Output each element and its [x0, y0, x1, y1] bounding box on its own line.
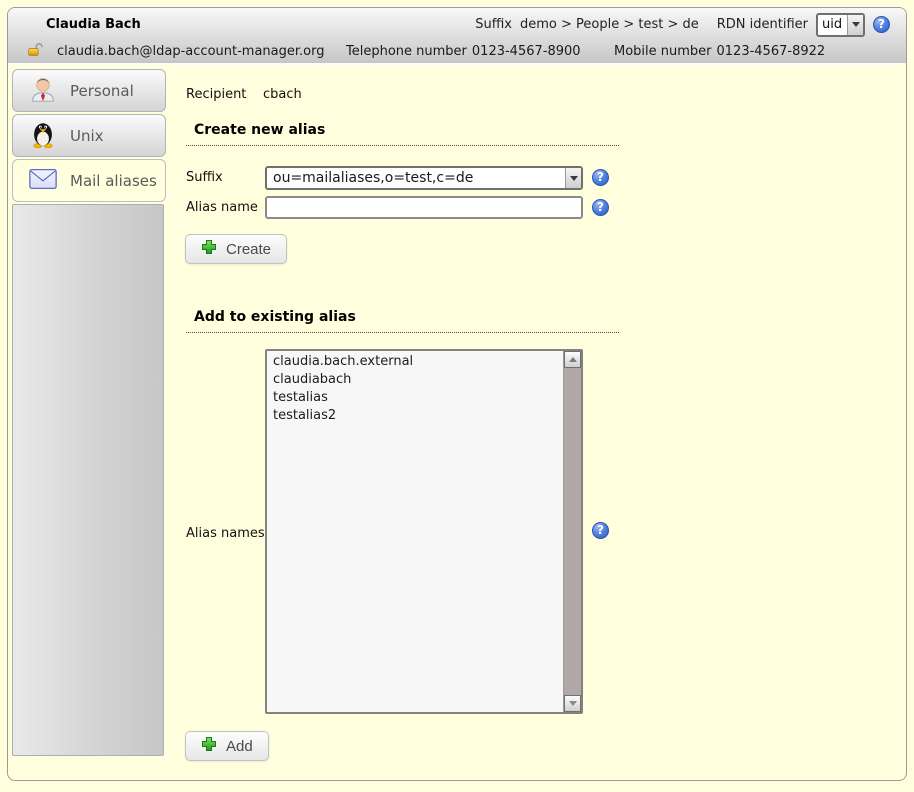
- header-right-cluster: Suffix demo > People > test > de RDN ide…: [475, 8, 890, 41]
- person-icon: [28, 74, 58, 108]
- suffix-label: Suffix: [186, 170, 223, 185]
- sidebar-panel: [12, 204, 164, 756]
- alias-names-label: Alias names: [186, 526, 265, 541]
- create-button[interactable]: Create: [185, 234, 287, 264]
- header-row-contact: claudia.bach@ldap-account-manager.org Te…: [8, 41, 906, 63]
- tab-label-unix: Unix: [70, 127, 104, 145]
- green-plus-icon: [201, 239, 217, 259]
- app-window: Claudia Bach Suffix demo > People > test…: [7, 7, 907, 781]
- alias-names-list: claudia.bach.external claudiabach testal…: [267, 353, 562, 425]
- rdn-selected-value: uid: [822, 17, 844, 32]
- tux-penguin-icon: [28, 119, 58, 153]
- chevron-down-icon[interactable]: [565, 168, 581, 188]
- header: Claudia Bach Suffix demo > People > test…: [8, 8, 906, 65]
- main-form: Recipient cbach Create new alias Suffix …: [168, 65, 906, 780]
- help-icon[interactable]: ?: [873, 16, 890, 33]
- alias-names-help-icon[interactable]: ?: [592, 522, 609, 539]
- alias-name-input[interactable]: [265, 196, 583, 219]
- add-to-existing-alias-heading: Add to existing alias: [186, 309, 619, 333]
- recipient-label: Recipient: [186, 87, 246, 102]
- alias-name-label: Alias name: [186, 200, 258, 215]
- listbox-scrollbar[interactable]: [563, 351, 581, 712]
- alias-names-listbox[interactable]: claudia.bach.external claudiabach testal…: [265, 349, 583, 714]
- suffix-select[interactable]: ou=mailaliases,o=test,c=de: [265, 166, 583, 190]
- sidebar: Personal Unix: [8, 65, 168, 780]
- unlock-icon[interactable]: [26, 42, 44, 61]
- suffix-breadcrumb-label: Suffix: [475, 17, 512, 32]
- scroll-up-icon[interactable]: [564, 351, 581, 368]
- green-plus-icon: [201, 736, 217, 756]
- suffix-selected-value: ou=mailaliases,o=test,c=de: [267, 170, 562, 186]
- header-row-title: Claudia Bach Suffix demo > People > test…: [8, 8, 906, 41]
- tab-personal[interactable]: Personal: [12, 69, 166, 112]
- user-email: claudia.bach@ldap-account-manager.org: [57, 44, 324, 59]
- chevron-down-icon[interactable]: [847, 15, 863, 35]
- recipient-value: cbach: [263, 87, 302, 102]
- list-item[interactable]: testalias2: [267, 407, 562, 425]
- rdn-identifier-label: RDN identifier: [717, 17, 808, 32]
- list-item[interactable]: claudiabach: [267, 371, 562, 389]
- tab-mail-aliases[interactable]: Mail aliases: [12, 159, 166, 202]
- tab-label-mail-aliases: Mail aliases: [70, 172, 157, 190]
- list-item[interactable]: testalias: [267, 389, 562, 407]
- scroll-down-icon[interactable]: [564, 695, 581, 712]
- tab-label-personal: Personal: [70, 82, 134, 100]
- create-new-alias-heading: Create new alias: [186, 122, 619, 146]
- mobile-value: 0123-4567-8922: [717, 44, 826, 59]
- page-title: Claudia Bach: [46, 17, 141, 32]
- suffix-help-icon[interactable]: ?: [592, 169, 609, 186]
- telephone-value: 0123-4567-8900: [472, 44, 581, 59]
- list-item[interactable]: claudia.bach.external: [267, 353, 562, 371]
- telephone-label: Telephone number: [346, 44, 467, 59]
- add-button[interactable]: Add: [185, 731, 269, 761]
- tab-unix[interactable]: Unix: [12, 114, 166, 157]
- create-button-label: Create: [226, 241, 271, 258]
- add-button-label: Add: [226, 738, 253, 755]
- envelope-icon: [28, 167, 58, 195]
- mobile-label: Mobile number: [614, 44, 712, 59]
- suffix-breadcrumb-value: demo > People > test > de: [520, 17, 699, 32]
- rdn-identifier-select[interactable]: uid: [816, 13, 865, 37]
- content: Personal Unix: [8, 65, 906, 780]
- alias-name-help-icon[interactable]: ?: [592, 199, 609, 216]
